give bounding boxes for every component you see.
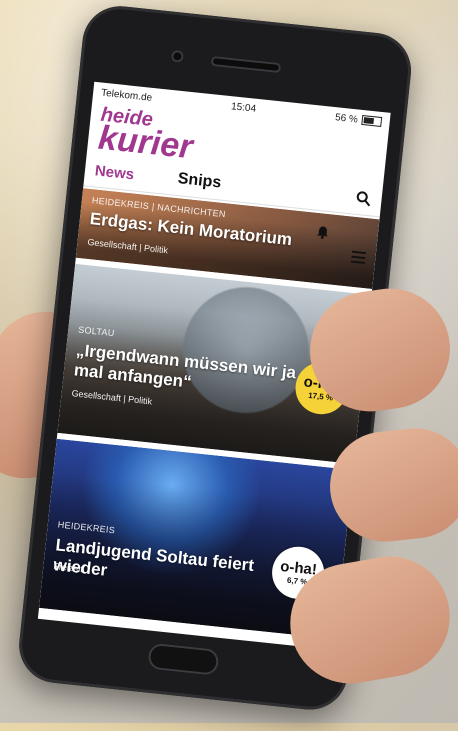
front-camera [170,49,185,63]
battery-icon [361,114,383,128]
battery-percent: 56 % [334,111,359,125]
carrier-label: Telekom.de [100,87,153,104]
search-icon[interactable] [355,190,373,208]
home-button[interactable] [147,642,220,676]
status-right: 56 % [335,112,383,128]
tab-snips[interactable]: Snips [177,170,222,192]
menu-icon[interactable] [350,250,366,265]
earpiece-speaker [210,55,282,74]
status-time: 15:04 [230,100,257,115]
badge-label: o-ha! [279,557,318,579]
bell-icon[interactable] [315,225,330,240]
tab-news[interactable]: News [94,162,135,183]
